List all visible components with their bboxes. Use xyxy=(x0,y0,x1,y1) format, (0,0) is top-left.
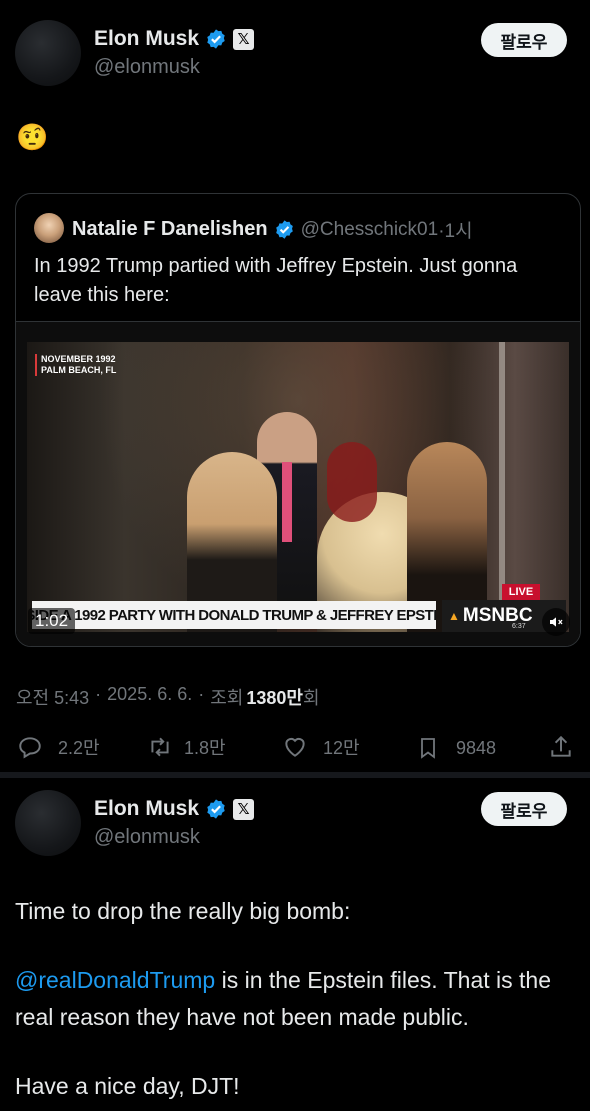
author-name-row: Elon Musk 𝕏 xyxy=(94,797,255,821)
post-text-paragraph: @realDonaldTrump is in the Epstein files… xyxy=(15,962,580,1036)
mention-link[interactable]: @realDonaldTrump xyxy=(15,967,215,993)
share-button[interactable] xyxy=(548,734,574,760)
share-icon xyxy=(551,735,571,757)
quote-time: ·1시 xyxy=(438,221,473,242)
video-duration-badge: 1:02 xyxy=(28,608,76,634)
bookmark-button[interactable]: 9848 xyxy=(416,734,496,762)
views-suffix: 회 xyxy=(302,688,320,708)
video-frame: NOVEMBER 1992 PALM BEACH, FL xyxy=(27,342,569,632)
peacock-icon: ▲ xyxy=(448,609,460,623)
x-affiliation-icon: 𝕏 xyxy=(233,28,255,50)
quoted-post[interactable]: Natalie F Danelishen @Chesschick01 ·1시 I… xyxy=(15,193,581,647)
video-live-badge: LIVE xyxy=(502,584,540,600)
repost-icon xyxy=(151,737,169,757)
video-lower-third: INSIDE A 1992 PARTY WITH DONALD TRUMP & … xyxy=(32,601,436,629)
quote-author-handle: @Chesschick01 xyxy=(300,218,439,240)
verified-badge-icon xyxy=(207,799,225,819)
mute-button[interactable] xyxy=(542,608,570,636)
bookmark-count: 9848 xyxy=(456,737,497,758)
author-handle[interactable]: @elonmusk xyxy=(94,56,200,79)
video-clock: 6:37 xyxy=(512,623,526,630)
video-lower-third-text: INSIDE A 1992 PARTY WITH DONALD TRUMP & … xyxy=(32,606,436,624)
post-text-line: Have a nice day, DJT! xyxy=(15,1073,240,1099)
x-affiliation-icon: 𝕏 xyxy=(233,798,255,820)
author-name[interactable]: Elon Musk xyxy=(94,797,199,821)
reply-count: 2.2만 xyxy=(58,738,100,758)
post-text-line: Time to drop the really big bomb: xyxy=(15,898,351,924)
bookmark-icon xyxy=(421,738,435,759)
video-caption-date: NOVEMBER 1992 PALM BEACH, FL xyxy=(35,354,116,376)
post-text: 🤨 xyxy=(16,122,49,152)
quote-author-row: Natalie F Danelishen @Chesschick01 ·1시 xyxy=(72,216,473,243)
repost-count: 1.8만 xyxy=(184,738,226,758)
video-player[interactable]: NOVEMBER 1992 PALM BEACH, FL INSIDE A 19… xyxy=(16,321,580,646)
follow-button[interactable]: 팔로우 xyxy=(481,23,567,57)
follow-button[interactable]: 팔로우 xyxy=(481,792,567,826)
author-avatar[interactable] xyxy=(15,20,81,86)
post-time[interactable]: 오전 5:43 xyxy=(16,684,89,710)
post-date[interactable]: 2025. 6. 6. xyxy=(107,684,192,710)
author-handle[interactable]: @elonmusk xyxy=(94,826,200,849)
quote-verified-badge-icon xyxy=(275,220,293,239)
author-name[interactable]: Elon Musk xyxy=(94,27,199,51)
author-avatar[interactable] xyxy=(15,790,81,856)
views-count: 1380만 xyxy=(246,688,303,708)
quote-author-name: Natalie F Danelishen xyxy=(72,218,268,240)
views-label: 조회 xyxy=(210,688,244,708)
muted-speaker-icon xyxy=(550,617,563,627)
author-name-row: Elon Musk 𝕏 xyxy=(94,27,255,51)
reply-icon xyxy=(19,737,41,759)
quote-text: In 1992 Trump partied with Jeffrey Epste… xyxy=(34,255,518,306)
post-separator xyxy=(0,772,590,778)
quote-author-avatar xyxy=(34,213,64,243)
reply-button[interactable]: 2.2만 xyxy=(17,734,100,760)
like-button[interactable]: 12만 xyxy=(281,734,360,760)
repost-button[interactable]: 1.8만 xyxy=(146,734,226,760)
post-meta: 오전 5:43 · 2025. 6. 6. · 조회 1380만회 xyxy=(16,684,320,710)
heart-icon xyxy=(285,737,305,757)
verified-badge-icon xyxy=(207,29,225,49)
like-count: 12만 xyxy=(323,738,360,758)
